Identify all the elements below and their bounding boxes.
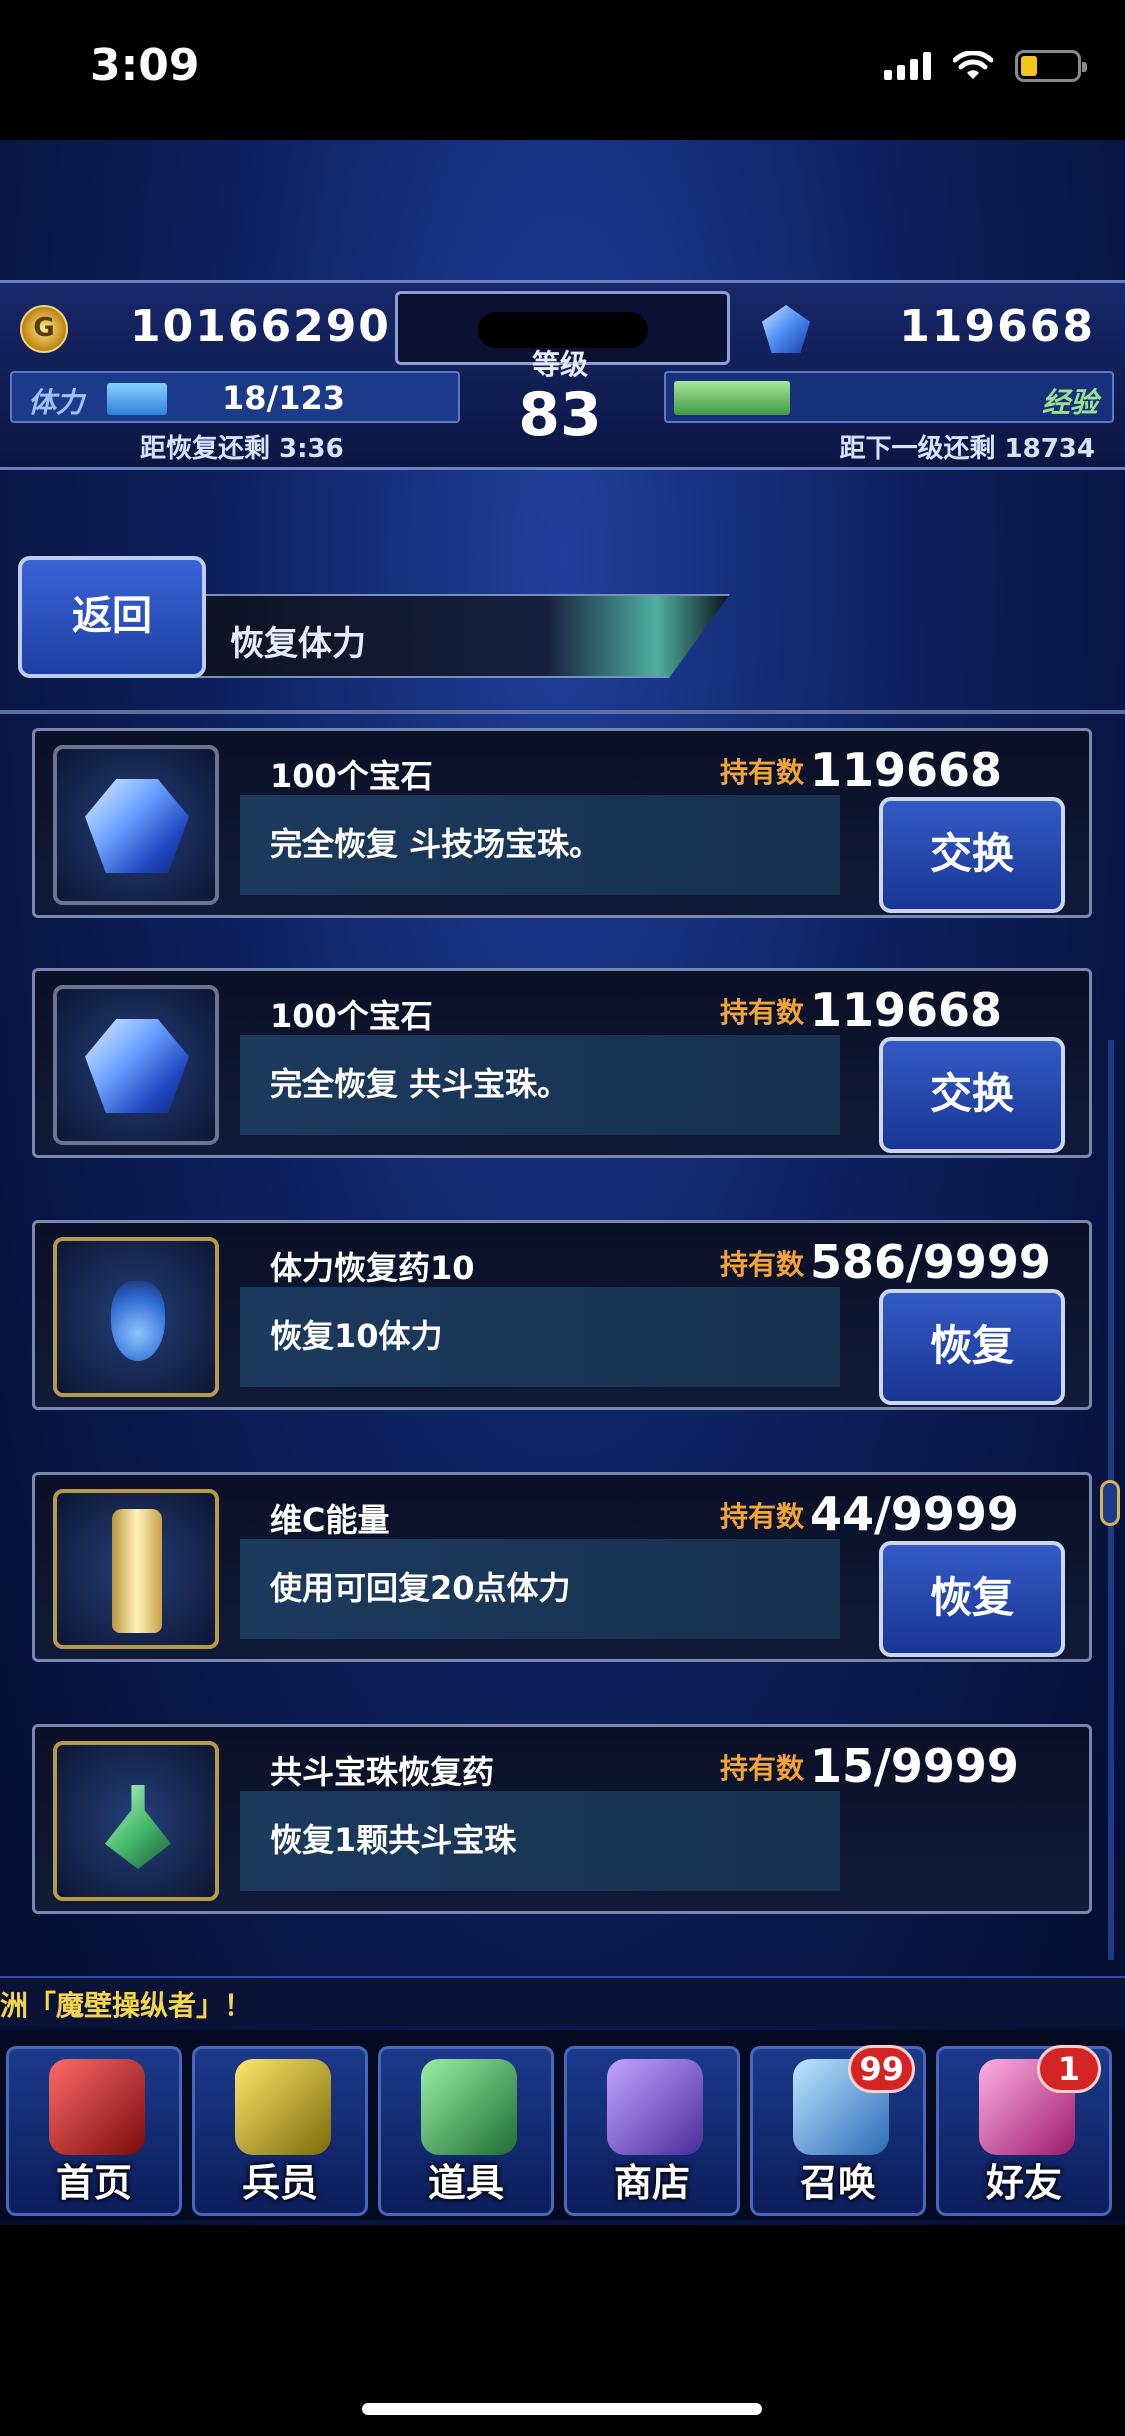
bottom-nav: 首页 兵员 道具 商店 召唤 99 好友 1 [0,2030,1125,2220]
battery-icon [1015,50,1087,82]
stamina-label: 体力 [28,386,85,419]
gold-coin-icon: G [20,305,68,353]
nav-shop[interactable]: 商店 [564,2046,740,2216]
item-card: 维C能量 使用可回复20点体力 持有数 44/9999 恢复 [32,1472,1092,1662]
exchange-button[interactable]: 交换 [879,1037,1065,1153]
gem-icon [85,1019,189,1113]
status-time: 3:09 [90,40,200,91]
title-banner: 恢复体力 [120,594,730,678]
nav-label: 好友 [985,2161,1062,2205]
drink-bottle-icon [112,1509,162,1633]
page-title: 恢复体力 [230,624,366,664]
cellular-signal-icon [884,52,931,80]
held-count: 586/9999 [810,1235,1051,1289]
held-count-label: 持有数 [720,996,805,1029]
held-count-label: 持有数 [720,756,805,789]
held-count-label: 持有数 [720,1752,805,1785]
nav-summon[interactable]: 召唤 99 [750,2045,926,2216]
item-icon-frame [53,985,219,1145]
item-icon-frame [53,1489,219,1649]
item-description: 使用可回复20点体力 [270,1569,571,1607]
item-name: 共斗宝珠恢复药 [270,1753,495,1791]
gold-amount: 10166290 [130,301,391,352]
item-icon-frame [53,1237,219,1397]
next-level-exp: 距下一级还剩 18734 [839,434,1095,464]
notification-badge: 99 [848,2045,915,2093]
gem-icon [85,779,189,873]
held-count: 119668 [810,983,1003,1037]
nav-friends[interactable]: 好友 1 [936,2045,1112,2216]
recover-button[interactable]: 恢复 [879,1541,1065,1657]
stamina-box: 体力 18/123 [10,371,460,423]
nav-label: 道具 [427,2161,504,2205]
nav-label: 首页 [55,2161,132,2205]
item-card: 共斗宝珠恢复药 恢复1颗共斗宝珠 持有数 15/9999 [32,1724,1092,1914]
home-area [0,2225,1125,2436]
status-bar: 3:09 [0,0,1125,140]
level-display: 等级 83 [470,343,650,463]
item-description: 完全恢复 斗技场宝珠。 [270,825,602,863]
item-description: 恢复10体力 [270,1317,443,1355]
item-icon-frame [53,1741,219,1901]
wifi-icon [953,51,993,79]
exp-label: 经验 [1041,386,1098,419]
level-label: 等级 [531,348,588,381]
gem-amount: 119668 [899,301,1095,352]
held-count-label: 持有数 [720,1248,805,1281]
held-count-label: 持有数 [720,1500,805,1533]
scrollbar-thumb[interactable] [1100,1480,1120,1526]
item-card: 100个宝石 完全恢复 斗技场宝珠。 持有数 119668 交换 [32,728,1092,918]
home-indicator[interactable] [362,2403,762,2415]
item-name: 100个宝石 [270,997,433,1035]
item-description: 完全恢复 共斗宝珠。 [270,1065,570,1103]
held-count: 15/9999 [810,1739,1019,1793]
news-ticker: 洲「魔壁操纵者」！ [0,1976,1125,2026]
vial-icon [105,1785,171,1869]
exp-box: 经验 [664,371,1114,423]
stamina-recovery-timer: 距恢复还剩 3:36 [140,434,344,464]
player-header: G 10166290 119668 等级 83 体力 18/123 距恢复还剩 … [0,280,1125,470]
item-card: 体力恢复药10 恢复10体力 持有数 586/9999 恢复 [32,1220,1092,1410]
exp-bar-fill [674,381,790,415]
gem-icon [762,305,810,353]
news-ticker-text: 洲「魔壁操纵者」！ [0,1989,253,2022]
stamina-value: 18/123 [222,379,346,417]
nav-label: 商店 [613,2161,690,2205]
notification-badge: 1 [1037,2045,1101,2093]
stamina-bar-fill [107,383,167,415]
recover-button[interactable]: 恢复 [879,1289,1065,1405]
nav-items[interactable]: 道具 [378,2046,554,2216]
list-divider [0,710,1125,714]
item-name: 100个宝石 [270,757,433,795]
potion-icon [421,2059,517,2155]
held-count: 119668 [810,743,1003,797]
level-value: 83 [518,380,602,450]
nav-label: 兵员 [241,2161,318,2205]
status-icons [884,50,1087,82]
item-name: 维C能量 [270,1501,390,1539]
potion-icon [111,1281,165,1361]
shop-icon [607,2059,703,2155]
swords-icon [49,2059,145,2155]
nav-home[interactable]: 首页 [6,2046,182,2216]
item-icon-frame [53,745,219,905]
item-card: 100个宝石 完全恢复 共斗宝珠。 持有数 119668 交换 [32,968,1092,1158]
held-count: 44/9999 [810,1487,1019,1541]
warrior-icon [235,2059,331,2155]
nav-label: 召唤 [799,2161,876,2205]
item-name: 体力恢复药10 [270,1249,475,1287]
back-button[interactable]: 返回 [18,556,206,678]
item-description: 恢复1颗共斗宝珠 [270,1821,517,1859]
nav-units[interactable]: 兵员 [192,2046,368,2216]
exchange-button[interactable]: 交换 [879,797,1065,913]
